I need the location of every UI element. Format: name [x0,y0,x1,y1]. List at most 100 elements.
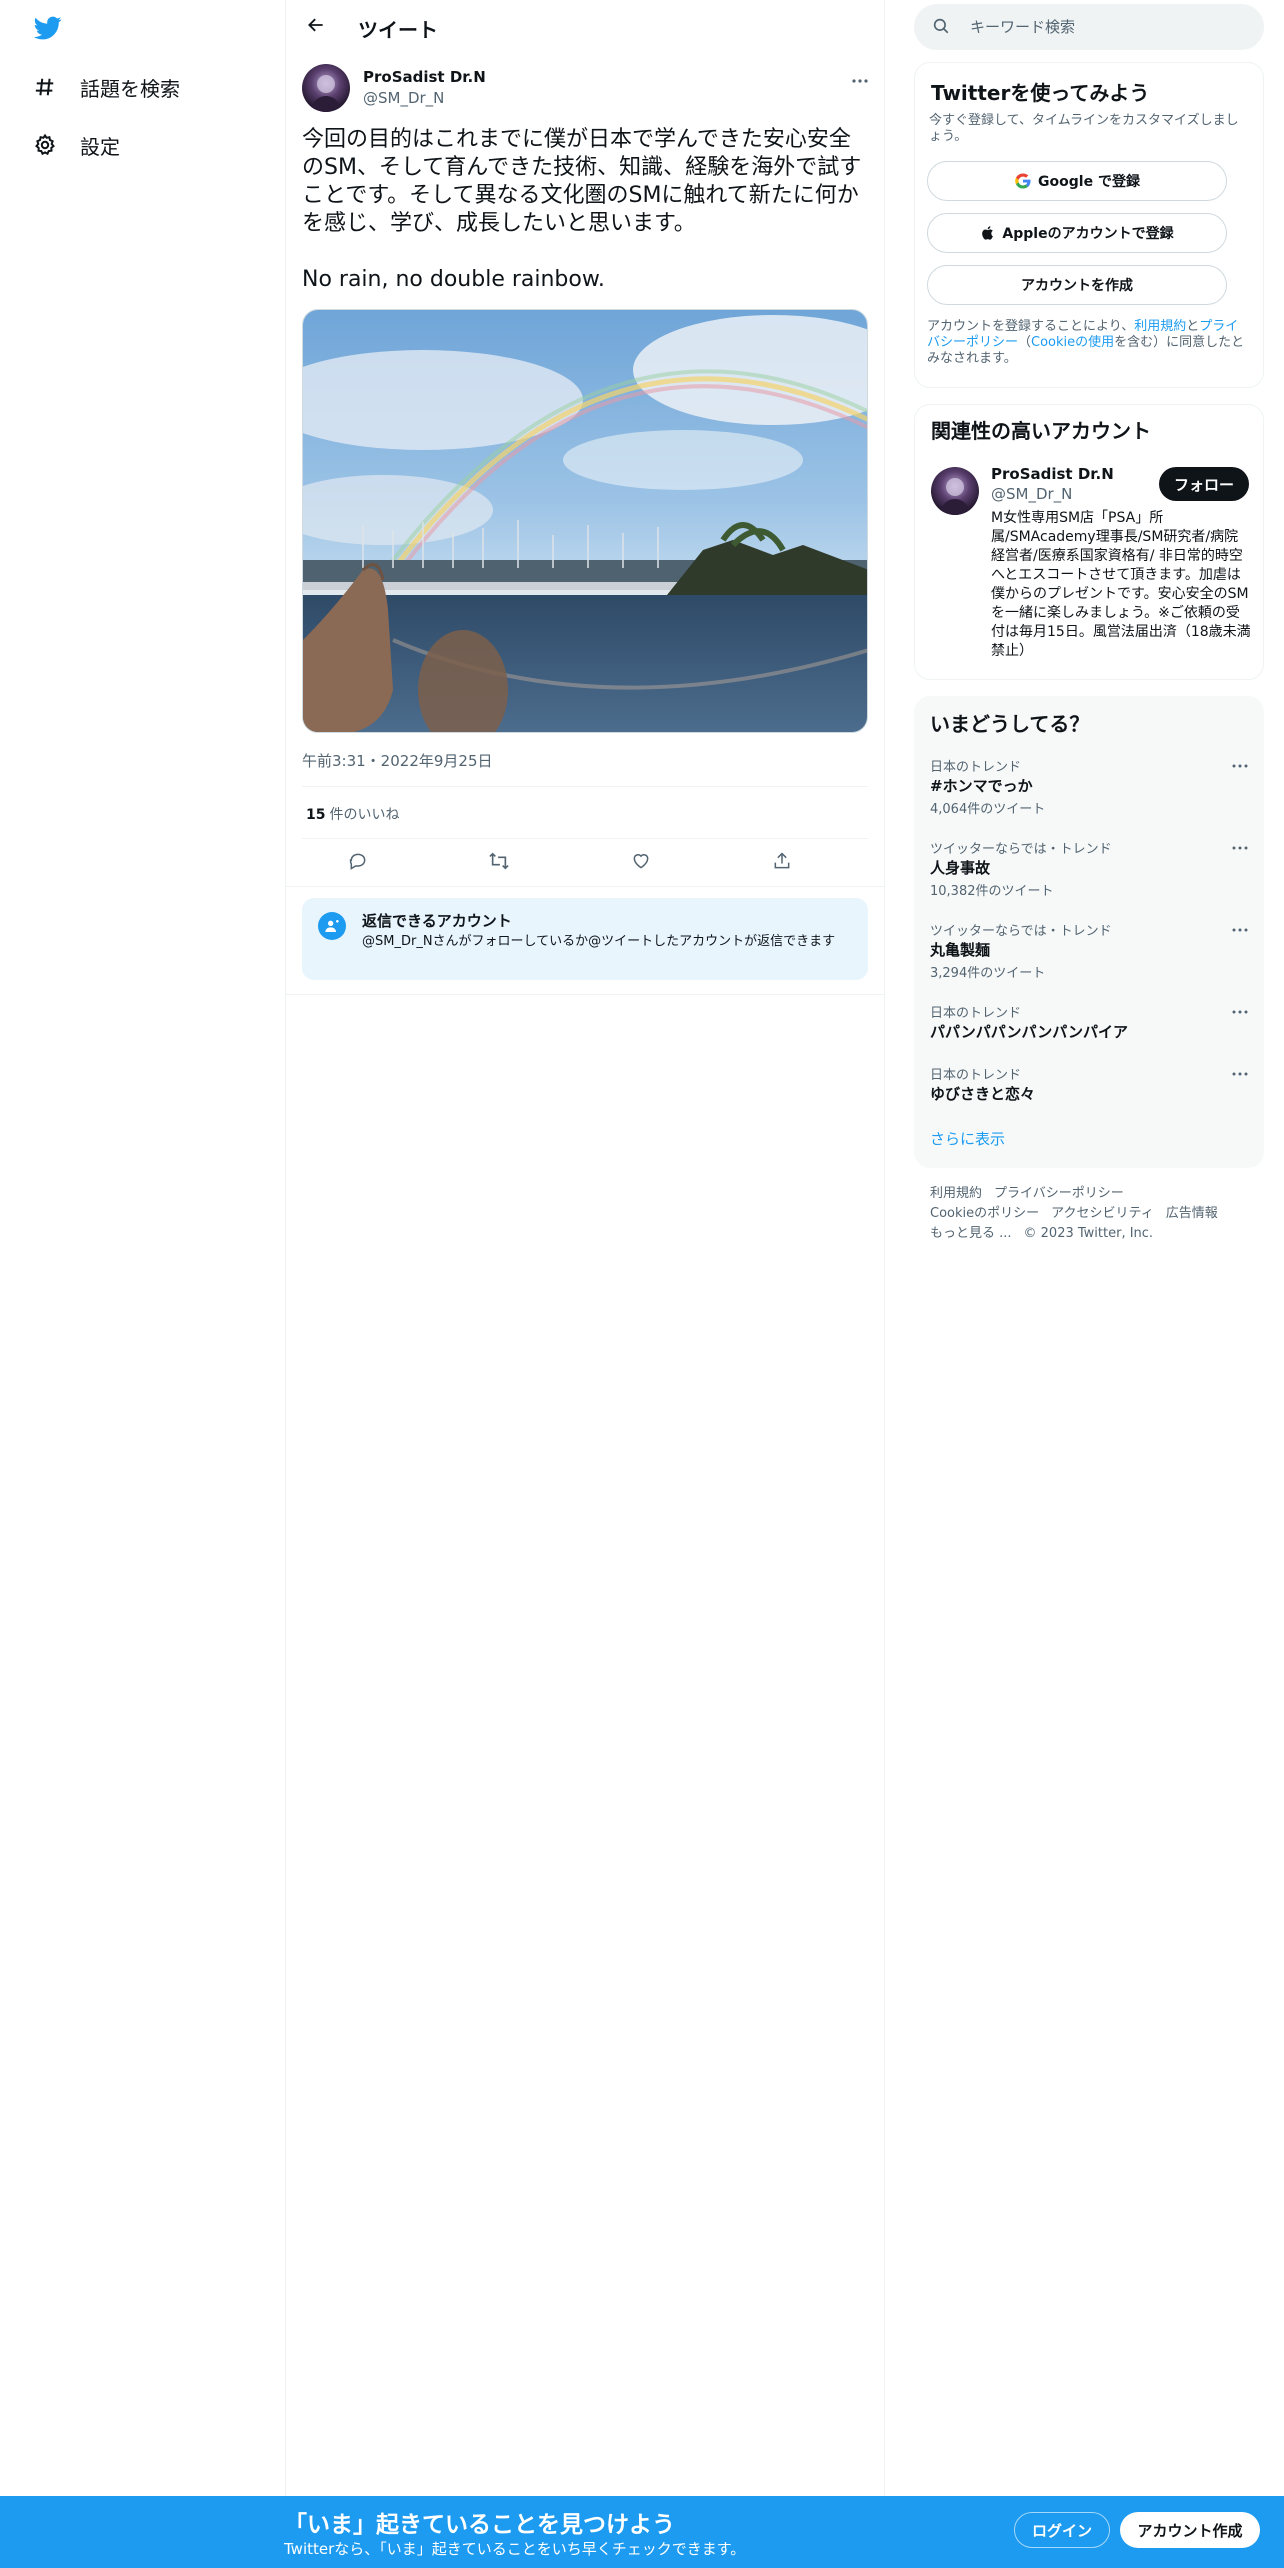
search-box[interactable] [914,4,1264,50]
follow-button[interactable]: フォロー [1159,467,1249,501]
heart-icon [631,851,651,875]
footer-link[interactable]: 利用規約 [930,1184,982,1204]
like-button[interactable] [626,848,656,878]
trend-more-icon[interactable] [1228,1002,1252,1022]
reply-notice-description: @SM_Dr_Nさんがフォローしているか@ツイートしたアカウントが返信できます [362,934,836,949]
google-icon [1014,172,1032,190]
google-signup-label: Google で登録 [1038,174,1140,190]
reply-icon [348,851,368,875]
author-name[interactable]: ProSadist Dr.N [363,68,486,86]
likes-label: 件のいいね [329,807,400,823]
trend-context: 日本のトレンド [930,1068,1022,1083]
trend-more-icon[interactable] [1228,1064,1252,1084]
person-icon [318,912,346,940]
relevant-handle[interactable]: @SM_Dr_N [991,485,1072,503]
left-nav: 話題を検索 設定 [0,0,286,2568]
nav-settings-label: 設定 [80,134,120,159]
relevant-accounts-card: 関連性の高いアカウント ProSadist Dr.N @SM_Dr_N フォロー… [914,404,1264,680]
trend-context: 日本のトレンド [930,760,1022,775]
trend-context: ツイッターならでは・トレンド [930,842,1112,857]
arrow-left-icon [306,15,326,39]
nav-settings[interactable]: 設定 [32,125,120,165]
relevant-avatar[interactable] [931,467,979,515]
reply-restriction-notice: 返信できるアカウント @SM_Dr_Nさんがフォローしているか@ツイートしたアカ… [302,898,868,980]
author-handle[interactable]: @SM_Dr_N [363,89,444,107]
main-column: ツイート ProSadist Dr.N @SM_Dr_N 今回の目的はこれまでに… [285,0,885,2500]
terms-and: と [1186,319,1200,334]
trend-name: 丸亀製麺 [930,941,991,959]
terms-prefix: アカウントを登録することにより、 [927,319,1135,334]
signup-card: Twitterを使ってみよう 今すぐ登録して、タイムラインをカスタマイズしましょ… [914,62,1264,388]
apple-signup-button[interactable]: Appleのアカウントで登録 [927,213,1227,253]
tweet-more-button[interactable] [846,64,874,92]
back-button[interactable] [300,11,332,43]
trends-card: いまどうしてる？ 日本のトレンド #ホンマでっか 4,064件のツイート ツイッ… [914,696,1264,1168]
more-dots-icon [851,69,869,88]
trend-item[interactable]: ツイッターならでは・トレンド 人身事故 10,382件のツイート [914,838,1264,918]
trend-name: #ホンマでっか [930,777,1033,795]
trend-item[interactable]: 日本のトレンド パパンパパンパンパンパイア [914,1002,1264,1062]
cookie-link[interactable]: Cookieの使用 [1031,335,1114,350]
footer-links: 利用規約 プライバシーポリシー Cookieのポリシー アクセシビリティ 広告情報 も… [930,1184,1250,1244]
copyright: © 2023 Twitter, Inc. [1023,1226,1154,1241]
trend-item[interactable]: ツイッターならでは・トレンド 丸亀製麺 3,294件のツイート [914,920,1264,1000]
trend-context: ツイッターならでは・トレンド [930,924,1112,939]
share-button[interactable] [767,848,797,878]
nav-explore[interactable]: 話題を検索 [32,67,180,107]
signup-title: Twitterを使ってみよう [931,81,1150,105]
trend-item[interactable]: 日本のトレンド #ホンマでっか 4,064件のツイート [914,756,1264,836]
trend-name: 人身事故 [930,859,991,877]
relevant-name[interactable]: ProSadist Dr.N [991,465,1114,483]
footer-link[interactable]: 広告情報 [1166,1204,1218,1224]
create-account-label: アカウントを作成 [1021,278,1133,294]
google-signup-button[interactable]: Google で登録 [927,161,1227,201]
trend-more-icon[interactable] [1228,756,1252,776]
trend-context: 日本のトレンド [930,1006,1022,1021]
likes-number: 15 [306,807,326,823]
retweet-button[interactable] [484,848,514,878]
footer-more-link[interactable]: もっと見る ... [930,1224,1012,1244]
trends-title: いまどうしてる？ [930,712,1090,736]
footer-link[interactable]: アクセシビリティ [1051,1204,1154,1224]
apple-icon [980,224,996,242]
footer-link[interactable]: プライバシーポリシー [994,1184,1124,1204]
signup-terms: アカウントを登録することにより、利用規約とプライバシーポリシー（Cookieの使… [927,319,1247,367]
reply-notice-title: 返信できるアカウント [362,912,512,930]
reply-button[interactable] [343,848,373,878]
footer-link[interactable]: Cookieのポリシー [930,1204,1039,1224]
trend-item[interactable]: 日本のトレンド ゆびさきと恋々 [914,1064,1264,1124]
trend-name: パパンパパンパンパンパイア [930,1023,1129,1041]
hashtag-icon [32,74,58,100]
terms-link[interactable]: 利用規約 [1134,319,1186,334]
relevant-title: 関連性の高いアカウント [931,419,1151,443]
login-button[interactable]: ログイン [1014,2512,1110,2548]
trend-more-icon[interactable] [1228,838,1252,858]
trends-show-more-link[interactable]: さらに表示 [930,1128,1005,1149]
gear-icon [32,132,58,158]
tweet-photo[interactable] [302,309,868,733]
banner-subtitle: Twitterなら、「いま」起きていることをいち早くチェックできます。 [284,2540,746,2558]
login-prompt-banner: 「いま」起きていることを見つけよう Twitterなら、「いま」起きていることを… [0,2496,1284,2568]
relevant-bio: M女性専用SM店「PSA」所属/SMAcademy理事長/SM研究者/病院経営者… [991,510,1251,659]
search-icon [932,17,952,37]
author-avatar[interactable] [302,64,350,112]
trend-count: 3,294件のツイート [930,966,1046,981]
signup-button[interactable]: アカウント作成 [1120,2512,1260,2548]
trend-name: ゆびさきと恋々 [930,1085,1036,1103]
divider [302,838,868,839]
divider [286,994,884,995]
trend-more-icon[interactable] [1228,920,1252,940]
search-input[interactable] [970,15,1240,39]
trend-count: 4,064件のツイート [930,802,1046,817]
likes-count[interactable]: 15 件のいいね [306,804,399,824]
divider [302,786,868,787]
nav-explore-label: 話題を検索 [80,76,180,101]
share-icon [772,851,792,875]
trend-count: 10,382件のツイート [930,884,1054,899]
tweet-timestamp[interactable]: 午前3:31・2022年9月25日 [302,750,493,771]
tweet-text: 今回の目的はこれまでに僕が日本で学んできた安心安全のSM、そして育んできた技術、… [302,127,862,292]
create-account-button[interactable]: アカウントを作成 [927,265,1227,305]
apple-signup-label: Appleのアカウントで登録 [1002,226,1174,242]
twitter-bird-icon[interactable] [32,14,64,42]
cookie-open: （ [1018,335,1032,350]
